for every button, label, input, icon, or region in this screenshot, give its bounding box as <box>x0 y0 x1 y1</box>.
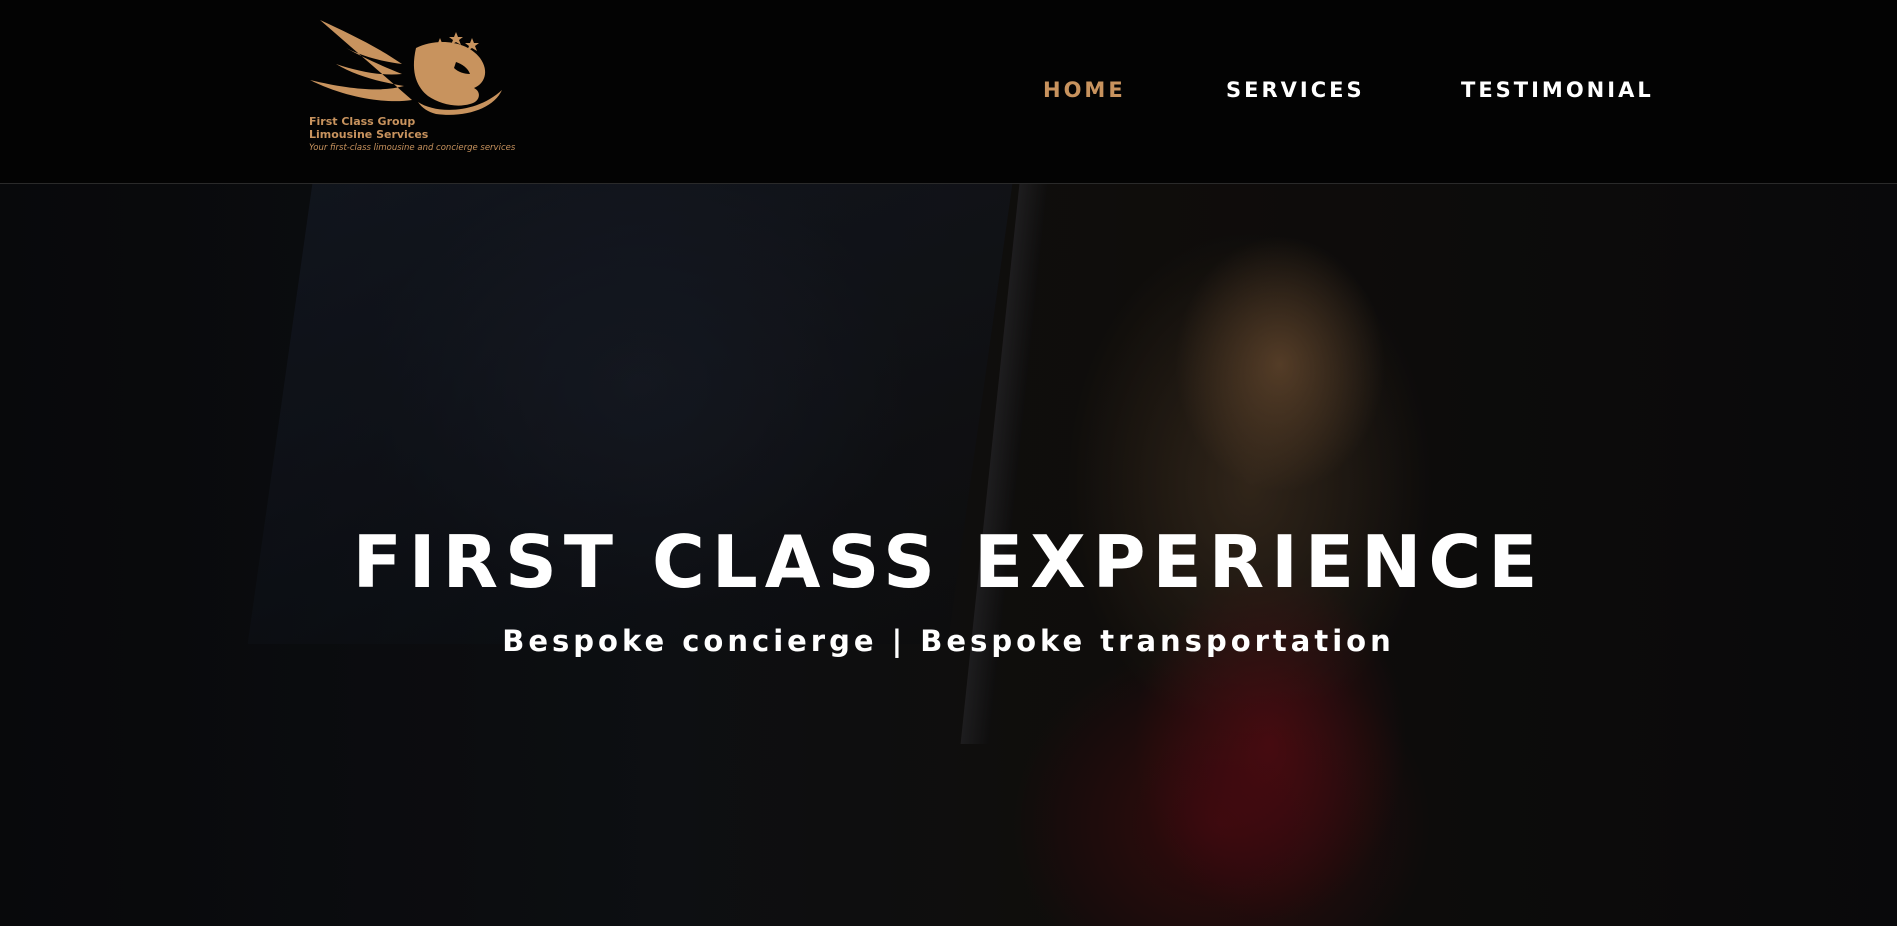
winged-lion-icon <box>310 20 502 115</box>
site-header: First Class Group Limousine Services You… <box>0 0 1897 184</box>
nav-services-link[interactable]: SERVICES <box>1226 78 1365 102</box>
page: First Class Group Limousine Services You… <box>0 0 1897 926</box>
brand-logo[interactable]: First Class Group Limousine Services You… <box>306 18 516 158</box>
hero-subtitle: Bespoke concierge | Bespoke transportati… <box>502 624 1395 658</box>
brand-tagline: Your first-class limousine and concierge… <box>309 143 516 153</box>
brand-name-line2: Limousine Services <box>309 128 429 141</box>
brand-name-line1: First Class Group <box>309 115 416 128</box>
hero-title: FIRST CLASS EXPERIENCE <box>352 520 1545 604</box>
nav-testimonial-link[interactable]: TESTIMONIAL <box>1461 78 1654 102</box>
nav-home-link[interactable]: HOME <box>1043 78 1126 102</box>
hero-section: FIRST CLASS EXPERIENCE Bespoke concierge… <box>0 184 1897 926</box>
